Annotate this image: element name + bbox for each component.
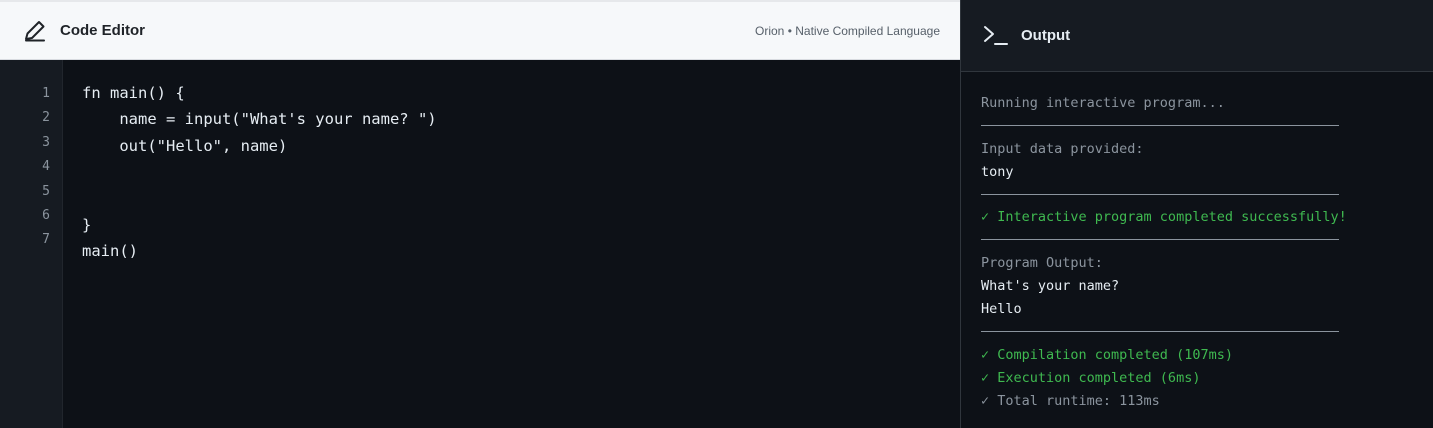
- pencil-icon: [22, 18, 48, 44]
- divider: [981, 229, 1433, 252]
- code-line[interactable]: out("Hello", name): [82, 133, 960, 159]
- output-title: Output: [1021, 27, 1071, 44]
- code-line[interactable]: [82, 159, 960, 185]
- total-runtime: ✓ Total runtime: 113ms: [981, 392, 1160, 409]
- terminal-icon: [983, 23, 1009, 49]
- divider: [981, 115, 1433, 138]
- code-line[interactable]: main(): [82, 238, 960, 264]
- line-number: 5: [42, 183, 50, 199]
- code-line[interactable]: [82, 186, 960, 212]
- execution-status: ✓ Execution completed (6ms): [981, 369, 1201, 386]
- line-number: 2: [42, 110, 50, 126]
- editor-header: Code Editor Orion • Native Compiled Lang…: [0, 0, 960, 60]
- program-output-label: Program Output:: [981, 255, 1103, 272]
- code-text-area[interactable]: fn main() { name = input("What's your na…: [63, 60, 960, 428]
- divider: [981, 184, 1433, 207]
- status-running: Running interactive program...: [981, 95, 1225, 111]
- code-line[interactable]: }: [82, 212, 960, 238]
- line-number: 4: [42, 159, 50, 175]
- success-message: ✓ Interactive program completed successf…: [981, 209, 1347, 226]
- editor-title: Code Editor: [60, 22, 145, 39]
- line-number: 3: [42, 134, 50, 150]
- output-console: Running interactive program... Input dat…: [961, 72, 1433, 412]
- editor-pane: Code Editor Orion • Native Compiled Lang…: [0, 0, 960, 428]
- line-number-gutter: 1 2 3 4 5 6 7: [0, 60, 63, 428]
- input-data-label: Input data provided:: [981, 140, 1144, 157]
- program-output-line: What's your name?: [981, 278, 1120, 295]
- editor-body[interactable]: 1 2 3 4 5 6 7 fn main() { name = input("…: [0, 60, 960, 428]
- compilation-status: ✓ Compilation completed (107ms): [981, 346, 1233, 363]
- language-label: Orion • Native Compiled Language: [755, 23, 940, 38]
- line-number: 6: [42, 207, 50, 223]
- input-data-value: tony: [981, 163, 1014, 180]
- output-header: Output: [961, 0, 1433, 72]
- line-number: 7: [42, 232, 50, 248]
- code-line[interactable]: fn main() {: [82, 80, 960, 106]
- divider: [981, 321, 1433, 344]
- app-window: Code Editor Orion • Native Compiled Lang…: [0, 0, 1433, 428]
- code-line[interactable]: name = input("What's your name? "): [82, 106, 960, 132]
- line-number: 1: [42, 86, 50, 101]
- program-output-line: Hello: [981, 301, 1022, 318]
- output-pane: Output Running interactive program... In…: [960, 0, 1433, 428]
